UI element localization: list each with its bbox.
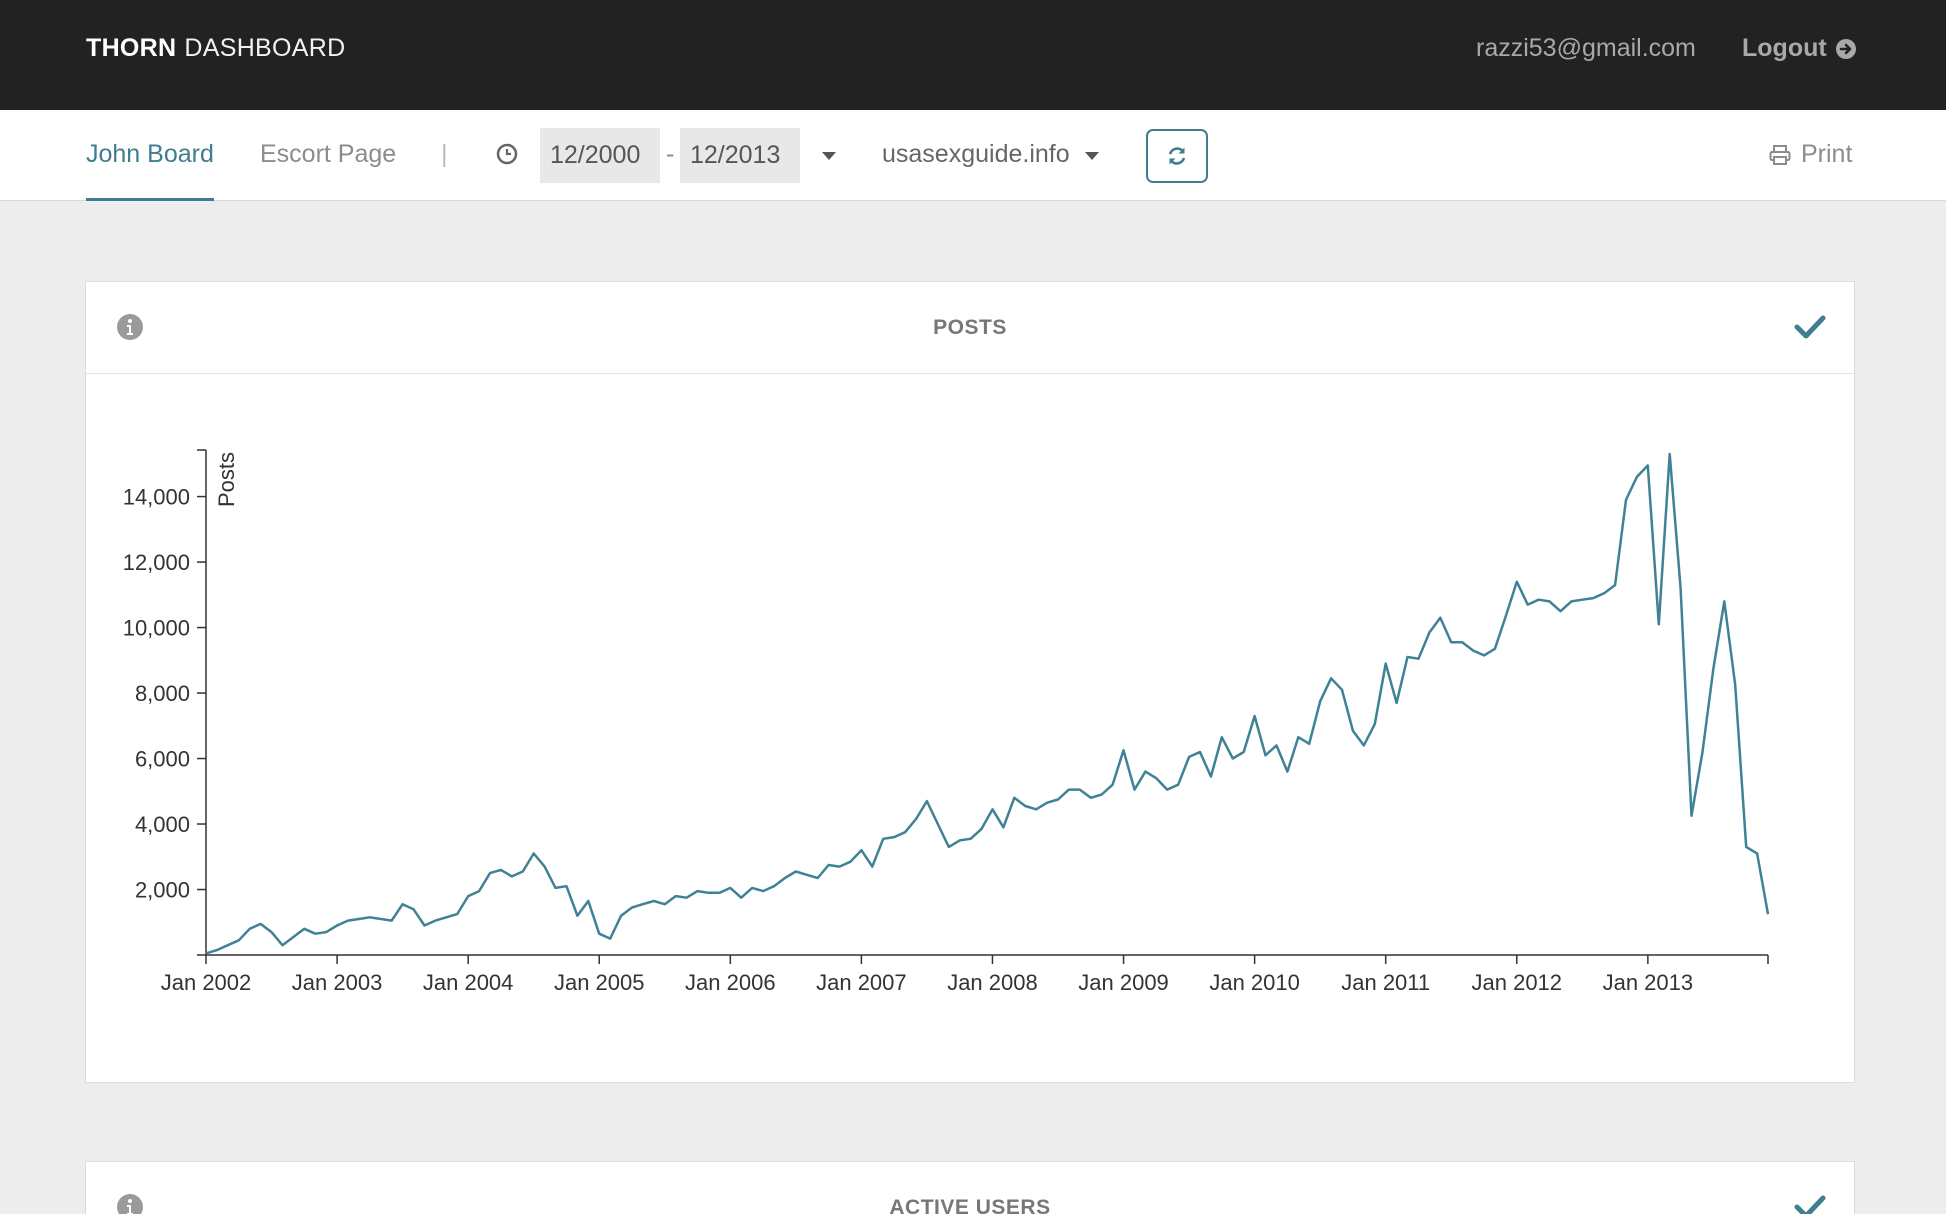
y-tick-label: 6,000: [135, 747, 190, 772]
x-tick-label: Jan 2011: [1341, 970, 1430, 995]
print-button[interactable]: Print: [1769, 140, 1852, 169]
x-tick-label: Jan 2007: [816, 970, 907, 995]
nav-separator: |: [441, 140, 448, 168]
x-tick-label: Jan 2010: [1209, 970, 1300, 995]
date-to-field[interactable]: 12/2013: [680, 128, 800, 183]
logout-button[interactable]: Logout: [1742, 34, 1857, 63]
print-label: Print: [1801, 140, 1853, 168]
logout-arrow-icon: [1835, 38, 1856, 59]
x-tick-label: Jan 2002: [161, 970, 252, 995]
y-axis-label: Posts: [214, 452, 239, 507]
y-tick-label: 2,000: [135, 878, 190, 903]
brand-light: DASHBOARD: [184, 34, 346, 62]
x-tick-label: Jan 2012: [1472, 970, 1563, 995]
date-range-chevron-down-icon[interactable]: [822, 152, 836, 160]
x-tick-label: Jan 2009: [1078, 970, 1169, 995]
clock-icon: [496, 143, 518, 165]
posts-panel-title: POSTS: [933, 316, 1007, 339]
x-tick-label: Jan 2004: [423, 970, 514, 995]
y-tick-label: 4,000: [135, 812, 190, 837]
y-tick-label: 14,000: [123, 485, 190, 510]
site-chevron-down-icon[interactable]: [1085, 152, 1099, 160]
x-tick-label: Jan 2008: [947, 970, 1038, 995]
y-tick-label: 10,000: [123, 616, 190, 641]
active-users-panel-header: ACTIVE USERS: [86, 1162, 1854, 1214]
x-tick-label: Jan 2005: [554, 970, 645, 995]
refresh-icon: [1168, 147, 1186, 165]
y-tick-label: 8,000: [135, 681, 190, 706]
user-email[interactable]: razzi53@gmail.com: [1476, 34, 1696, 63]
refresh-button[interactable]: [1146, 129, 1208, 183]
date-dash: -: [666, 140, 675, 168]
posts-line-chart: 2,000 4,000 6,000 8,000 10,000 12,000 14,000 Ja…: [123, 449, 1770, 995]
posts-panel: POSTS 2,000 4,000 6,000 8,000 10,000 12,000 14…: [85, 281, 1855, 1083]
brand-logo[interactable]: THORN DASHBOARD: [86, 34, 345, 63]
tab-john-board[interactable]: John Board: [86, 140, 214, 201]
date-from-field[interactable]: 12/2000: [540, 128, 660, 183]
x-tick-label: Jan 2013: [1603, 970, 1694, 995]
x-tick-label: Jan 2003: [292, 970, 383, 995]
posts-panel-header: POSTS: [86, 282, 1854, 374]
sub-navbar: John Board Escort Page | 12/2000 - 12/20…: [0, 110, 1946, 201]
check-icon[interactable]: [1794, 1193, 1826, 1214]
tab-escort-page[interactable]: Escort Page: [260, 140, 396, 201]
site-dropdown[interactable]: usasexguide.info: [882, 140, 1070, 169]
active-users-panel-title: ACTIVE USERS: [889, 1196, 1051, 1214]
brand-bold: THORN: [86, 34, 177, 62]
print-icon: [1769, 144, 1791, 165]
top-navbar: THORN DASHBOARD razzi53@gmail.com Logout: [0, 0, 1946, 110]
x-tick-label: Jan 2006: [685, 970, 776, 995]
active-users-panel: ACTIVE USERS: [85, 1161, 1855, 1214]
logout-label: Logout: [1742, 34, 1827, 62]
y-tick-label: 12,000: [123, 550, 190, 575]
series-line: [205, 452, 1770, 955]
check-icon[interactable]: [1794, 313, 1826, 341]
